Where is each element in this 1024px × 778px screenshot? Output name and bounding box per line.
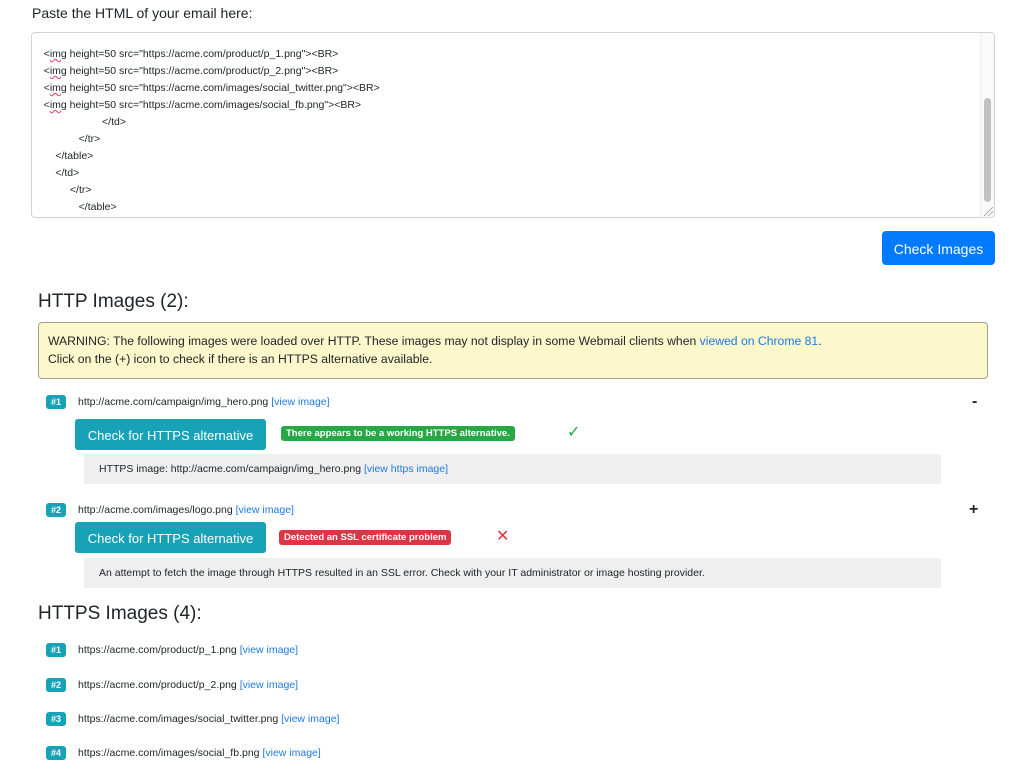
cross-icon: ✕: [496, 528, 510, 545]
chrome-81-link[interactable]: viewed on Chrome 81: [700, 334, 819, 348]
http-item-url: http://acme.com/images/logo.png [view im…: [78, 504, 294, 516]
code-line: </td>: [32, 167, 80, 179]
https-result-detail: HTTPS image: http://acme.com/campaign/im…: [84, 454, 941, 484]
http-item-number-badge: #2: [46, 503, 66, 517]
code-line: </tr>: [32, 184, 92, 196]
https-item-number-badge: #4: [46, 746, 66, 760]
http-item-number-badge: #1: [46, 395, 66, 409]
html-input-content[interactable]: <img height=50 src="https://acme.com/pro…: [32, 46, 972, 216]
view-https-image-link[interactable]: [view https image]: [364, 463, 448, 475]
code-line: </td>: [32, 116, 126, 128]
image-url-text: http://acme.com/campaign/img_hero.png: [78, 396, 269, 408]
view-image-link[interactable]: [view image]: [262, 747, 320, 759]
https-status-badge: There appears to be a working HTTPS alte…: [281, 426, 515, 441]
checkmark-icon: ✓: [567, 424, 581, 441]
https-images-heading: HTTPS Images (4):: [38, 603, 202, 624]
resize-handle-icon[interactable]: [984, 207, 993, 216]
html-input-textarea[interactable]: <img height=50 src="https://acme.com/pro…: [31, 32, 995, 218]
view-image-link[interactable]: [view image]: [236, 504, 294, 516]
code-line: </table>: [32, 201, 117, 213]
textarea-scrollbar[interactable]: [980, 33, 994, 217]
https-item-url: https://acme.com/product/p_1.png [view i…: [78, 644, 298, 656]
collapse-toggle-icon[interactable]: -: [972, 394, 977, 410]
view-image-link[interactable]: [view image]: [240, 644, 298, 656]
code-line: <img height=50 src="https://acme.com/ima…: [32, 99, 362, 111]
check-https-alternative-button[interactable]: Check for HTTPS alternative: [75, 419, 266, 450]
https-image-text: HTTPS image: http://acme.com/campaign/im…: [99, 463, 362, 475]
warning-text: WARNING: The following images were loade…: [48, 334, 700, 348]
code-line: </table>: [32, 150, 94, 162]
https-item-number-badge: #2: [46, 678, 66, 692]
image-url-text: https://acme.com/product/p_1.png: [78, 644, 237, 656]
view-image-link[interactable]: [view image]: [281, 713, 339, 725]
code-line: <img height=50 src="https://acme.com/pro…: [32, 65, 339, 77]
https-item-url: https://acme.com/product/p_2.png [view i…: [78, 679, 298, 691]
image-url-text: https://acme.com/images/social_fb.png: [78, 747, 260, 759]
view-image-link[interactable]: [view image]: [271, 396, 329, 408]
http-item-url: http://acme.com/campaign/img_hero.png [v…: [78, 396, 330, 408]
warning-text-end: .: [818, 334, 822, 348]
https-item-url: https://acme.com/images/social_twitter.p…: [78, 713, 339, 725]
http-images-heading: HTTP Images (2):: [38, 291, 189, 312]
image-url-text: http://acme.com/images/logo.png: [78, 504, 233, 516]
https-item-url: https://acme.com/images/social_fb.png [v…: [78, 747, 321, 759]
image-url-text: https://acme.com/images/social_twitter.p…: [78, 713, 279, 725]
https-item-number-badge: #1: [46, 643, 66, 657]
scrollbar-thumb[interactable]: [984, 98, 991, 202]
code-line: </tr>: [32, 133, 101, 145]
expand-toggle-icon[interactable]: +: [969, 502, 978, 518]
check-images-button[interactable]: Check Images: [882, 231, 995, 265]
image-url-text: https://acme.com/product/p_2.png: [78, 679, 237, 691]
paste-label: Paste the HTML of your email here:: [32, 5, 253, 21]
check-https-alternative-button[interactable]: Check for HTTPS alternative: [75, 522, 266, 553]
ssl-error-badge: Detected an SSL certificate problem: [279, 530, 452, 545]
code-line: <img height=50 src="https://acme.com/ima…: [32, 82, 380, 94]
code-line: <img height=50 src="https://acme.com/pro…: [32, 48, 339, 60]
warning-instruction: Click on the (+) icon to check if there …: [48, 352, 433, 366]
ssl-error-detail: An attempt to fetch the image through HT…: [84, 558, 941, 588]
http-warning-alert: WARNING: The following images were loade…: [38, 322, 988, 379]
view-image-link[interactable]: [view image]: [240, 679, 298, 691]
https-item-number-badge: #3: [46, 712, 66, 726]
